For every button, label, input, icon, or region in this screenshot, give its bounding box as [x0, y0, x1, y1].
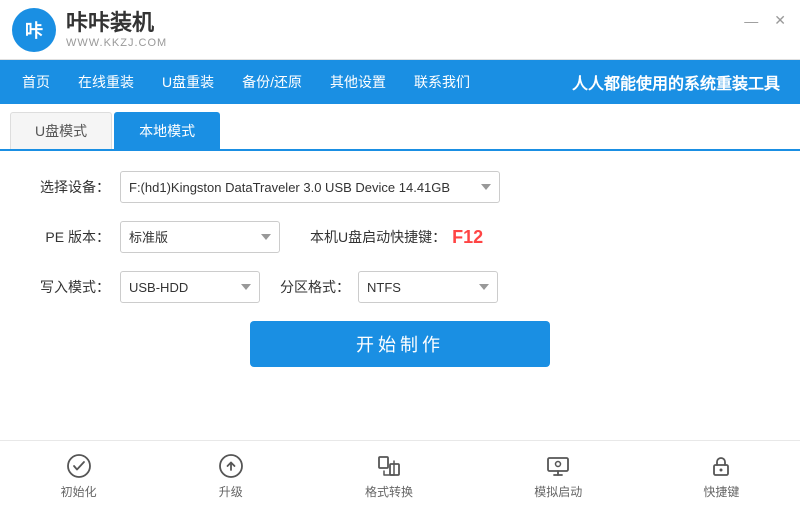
nav-item-settings[interactable]: 其他设置	[316, 60, 400, 104]
tool-initialize-label: 初始化	[61, 483, 97, 500]
tool-shortcut[interactable]: 快捷键	[687, 449, 755, 504]
lock-icon	[708, 453, 734, 479]
person-screen-icon	[545, 453, 571, 479]
logo-text: 咔	[25, 17, 43, 43]
pe-label: PE 版本：	[30, 227, 110, 247]
app-title-block: 咔咔装机 WWW.KKZJ.COM	[66, 10, 167, 48]
write-label: 写入模式：	[30, 277, 110, 297]
tab-bar: U盘模式 本地模式	[0, 104, 800, 151]
device-select[interactable]: F:(hd1)Kingston DataTraveler 3.0 USB Dev…	[120, 171, 500, 203]
form-area: 选择设备： F:(hd1)Kingston DataTraveler 3.0 U…	[0, 151, 800, 440]
pe-row: PE 版本： 标准版 本机U盘启动快捷键： F12	[30, 221, 770, 253]
device-label: 选择设备：	[30, 177, 110, 197]
nav-item-backup[interactable]: 备份/还原	[228, 60, 316, 104]
tab-local[interactable]: 本地模式	[114, 112, 220, 149]
main-area: U盘模式 本地模式 选择设备： F:(hd1)Kingston DataTrav…	[0, 104, 800, 510]
app-url: WWW.KKZJ.COM	[66, 37, 167, 49]
tool-simulate[interactable]: 模拟启动	[518, 449, 598, 504]
convert-icon	[376, 453, 402, 479]
tool-upgrade[interactable]: 升级	[202, 449, 260, 504]
minimize-button[interactable]: —	[740, 10, 762, 31]
bottom-toolbar: 初始化 升级 格式转换	[0, 440, 800, 510]
tool-initialize[interactable]: 初始化	[45, 449, 113, 504]
nav-item-udisk[interactable]: U盘重装	[148, 60, 228, 104]
window-controls: — ✕	[740, 10, 790, 31]
nav-item-home[interactable]: 首页	[8, 60, 64, 104]
nav-bar: 首页 在线重装 U盘重装 备份/还原 其他设置 联系我们 人人都能使用的系统重装…	[0, 60, 800, 104]
tool-convert[interactable]: 格式转换	[349, 449, 429, 504]
write-select[interactable]: USB-HDD	[120, 271, 260, 303]
tab-udisk[interactable]: U盘模式	[10, 112, 112, 149]
close-button[interactable]: ✕	[770, 10, 790, 31]
check-circle-icon	[66, 453, 92, 479]
tool-shortcut-label: 快捷键	[703, 483, 739, 500]
upload-circle-icon	[218, 453, 244, 479]
tool-upgrade-label: 升级	[219, 483, 243, 500]
app-name: 咔咔装机	[66, 10, 167, 36]
partition-select[interactable]: NTFS	[358, 271, 498, 303]
app-logo: 咔	[12, 8, 56, 52]
tool-convert-label: 格式转换	[365, 483, 413, 500]
write-row: 写入模式： USB-HDD 分区格式： NTFS	[30, 271, 770, 303]
shortcut-prefix: 本机U盘启动快捷键：	[310, 227, 446, 247]
nav-item-contact[interactable]: 联系我们	[400, 60, 484, 104]
shortcut-key: F12	[452, 227, 483, 248]
nav-item-online[interactable]: 在线重装	[64, 60, 148, 104]
nav-slogan: 人人都能使用的系统重装工具	[572, 70, 800, 94]
pe-select[interactable]: 标准版	[120, 221, 280, 253]
device-row: 选择设备： F:(hd1)Kingston DataTraveler 3.0 U…	[30, 171, 770, 203]
partition-label: 分区格式：	[280, 277, 350, 297]
tool-simulate-label: 模拟启动	[534, 483, 582, 500]
start-button[interactable]: 开始制作	[250, 321, 550, 367]
title-bar: 咔 咔咔装机 WWW.KKZJ.COM — ✕	[0, 0, 800, 60]
